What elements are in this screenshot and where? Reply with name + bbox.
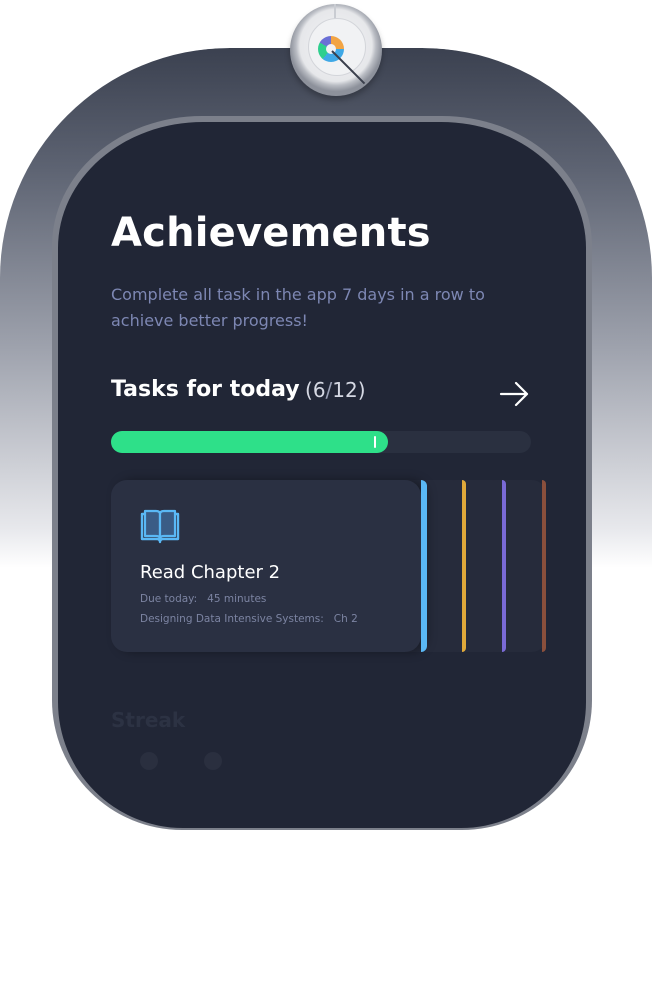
watch-crown[interactable] (290, 4, 382, 96)
tasks-total: 12 (332, 378, 358, 402)
book-value: Ch 2 (333, 613, 358, 625)
streak-dot (204, 752, 222, 770)
stacked-card-edge (462, 480, 466, 652)
tasks-progress-bar (111, 431, 531, 453)
task-book: Designing Data Intensive Systems: Ch 2 (140, 613, 358, 625)
due-label: Due today: (140, 593, 198, 605)
streak-dot (140, 752, 158, 770)
due-value: 45 minutes (207, 593, 267, 605)
stacked-card-edge (502, 480, 506, 652)
task-card[interactable]: Read Chapter 2 Due today: 45 minutes Desi… (111, 480, 427, 652)
book-label: Designing Data Intensive Systems: (140, 613, 324, 625)
task-title: Read Chapter 2 (140, 562, 281, 583)
arrow-right-icon[interactable] (498, 380, 532, 408)
progress-handle[interactable] (374, 436, 376, 448)
page-title: Achievements (111, 210, 431, 256)
page-subtitle: Complete all task in the app 7 days in a… (111, 285, 485, 330)
tasks-header: Tasks for today (111, 377, 300, 402)
streak-title: Streak (111, 708, 186, 732)
task-card-edge (421, 480, 427, 652)
progress-fill (111, 431, 388, 453)
open-book-icon (139, 508, 181, 544)
watch-screen: Achievements Complete all task in the ap… (58, 122, 586, 828)
tasks-count: (6/12) (305, 378, 366, 402)
tasks-done: 6 (312, 378, 326, 402)
task-cards[interactable]: Read Chapter 2 Due today: 45 minutes Desi… (111, 480, 586, 652)
task-due: Due today: 45 minutes (140, 593, 266, 605)
stacked-card-edge (542, 480, 546, 652)
watch-mockup: Achievements Complete all task in the ap… (0, 0, 652, 1002)
